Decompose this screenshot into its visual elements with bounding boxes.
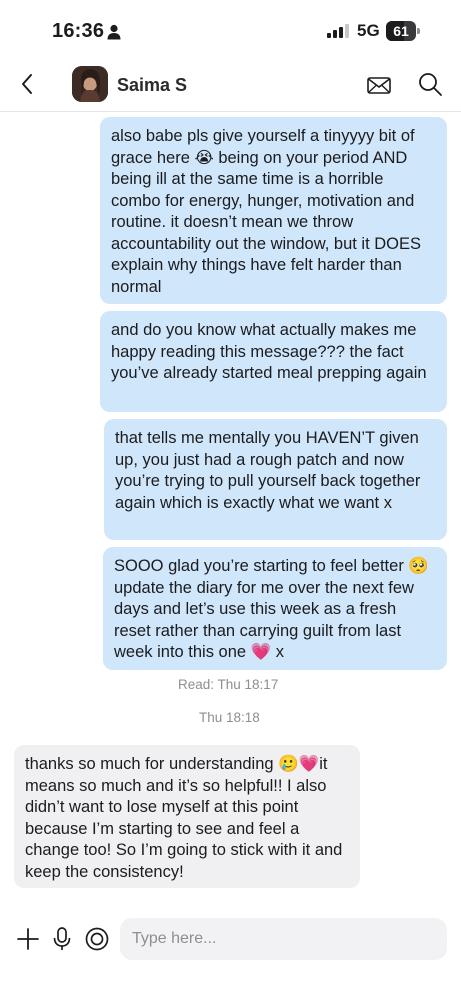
network-type: 5G [357, 21, 380, 40]
plus-icon[interactable] [16, 927, 40, 951]
status-bar: 16:36 5G 61 [0, 0, 461, 58]
timestamp-separator: Thu 18:18 [199, 710, 260, 725]
contact-name[interactable]: Saima S [117, 75, 187, 96]
message-text: and do you know what actually makes me h… [111, 321, 427, 382]
person-icon [107, 24, 121, 40]
message-text: SOOO glad you’re starting to feel better… [114, 557, 429, 661]
message-text: also babe pls give yourself a tinyyyy bi… [111, 127, 422, 296]
status-time: 16:36 [52, 20, 105, 42]
chevron-left-icon[interactable] [14, 70, 42, 98]
message-bubble-outgoing[interactable]: SOOO glad you’re starting to feel better… [103, 547, 447, 670]
avatar[interactable] [72, 66, 108, 102]
read-receipt: Read: Thu 18:17 [178, 677, 279, 692]
message-bubble-outgoing[interactable]: that tells me mentally you HAVEN’T given… [104, 419, 447, 540]
battery-level: 61 [393, 23, 409, 39]
message-text: that tells me mentally you HAVEN’T given… [115, 429, 421, 512]
message-bubble-outgoing[interactable]: and do you know what actually makes me h… [100, 311, 447, 412]
message-bubble-incoming[interactable]: thanks so much for understanding 🥲💗it me… [14, 745, 360, 888]
signal-icon [327, 24, 349, 38]
microphone-icon[interactable] [50, 925, 74, 953]
search-icon[interactable] [416, 70, 444, 98]
battery-icon: 61 [386, 21, 420, 41]
message-input[interactable] [132, 918, 432, 960]
camera-icon[interactable] [84, 926, 110, 952]
message-composer[interactable] [120, 918, 447, 960]
envelope-icon[interactable] [365, 71, 393, 99]
conversation-header: Saima S [0, 58, 461, 112]
message-bubble-outgoing[interactable]: also babe pls give yourself a tinyyyy bi… [100, 117, 447, 304]
message-text: thanks so much for understanding 🥲💗it me… [25, 755, 343, 881]
